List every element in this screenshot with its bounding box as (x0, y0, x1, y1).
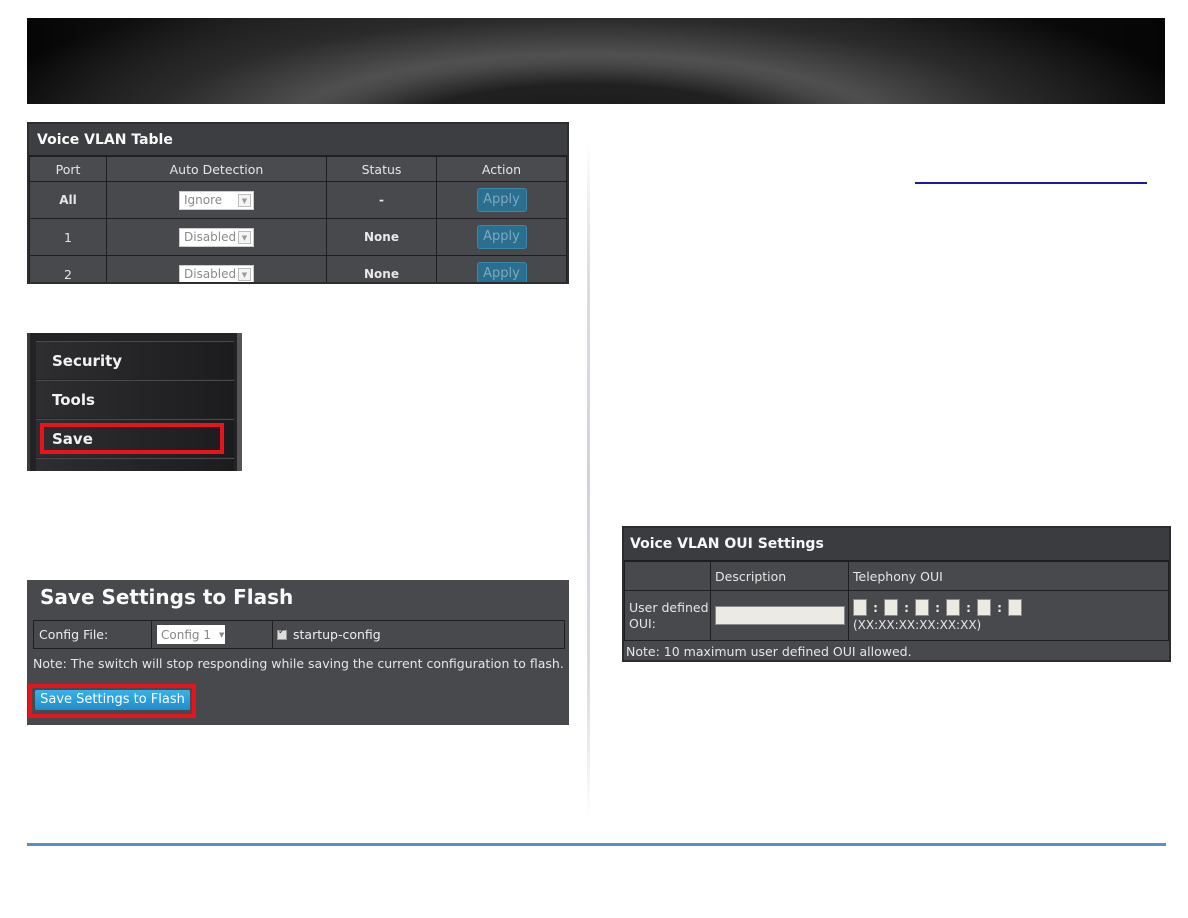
user-defined-oui-label: User defined OUI: (624, 590, 711, 641)
oui-octet-1-input[interactable] (853, 599, 867, 616)
footer-divider (27, 843, 1166, 846)
voice-vlan-table-panel: Voice VLAN Table Port Auto Detection Sta… (27, 122, 569, 284)
config-file-row: Config File: Config 1 ▼ startup-config (33, 620, 565, 649)
column-header-action: Action (436, 156, 567, 182)
startup-config-cell: startup-config (273, 621, 564, 648)
apply-button[interactable]: Apply (476, 225, 527, 249)
config-file-select[interactable]: Config 1 ▼ (157, 625, 225, 644)
voice-vlan-table: Port Auto Detection Status Action All Ig… (29, 156, 567, 282)
startup-config-checkbox[interactable] (277, 627, 287, 640)
config-file-label: Config File: (34, 621, 152, 648)
menu-item-partial (36, 458, 234, 471)
column-header-status: Status (326, 156, 437, 182)
column-header-auto-detection: Auto Detection (106, 156, 327, 182)
port-cell: All (29, 181, 107, 219)
port-cell: 2 (29, 255, 107, 282)
table-row: 2 Disabled ▼ None Apply (29, 255, 567, 282)
header-banner (27, 18, 1165, 104)
description-input[interactable] (715, 606, 845, 625)
auto-detection-cell: Ignore ▼ (106, 181, 327, 219)
oui-octet-5-input[interactable] (977, 599, 991, 616)
oui-separator: : (997, 600, 1002, 615)
auto-detection-select[interactable]: Ignore ▼ (179, 190, 254, 210)
oui-note: Note: 10 maximum user defined OUI allowe… (626, 644, 912, 659)
table-row: All Ignore ▼ - Apply (29, 181, 567, 219)
menu-item-security[interactable]: Security (36, 341, 234, 379)
menu-item-tools[interactable]: Tools (36, 380, 234, 418)
auto-detection-cell: Disabled ▼ (106, 218, 327, 256)
table-row: 1 Disabled ▼ None Apply (29, 218, 567, 256)
status-cell: None (326, 255, 437, 282)
oui-settings-title: Voice VLAN OUI Settings (624, 528, 1169, 561)
save-button-highlight (28, 684, 196, 718)
column-header-telephony-oui: Telephony OUI (848, 561, 1169, 591)
dropdown-arrow-icon: ▼ (238, 230, 251, 244)
column-header-description: Description (710, 561, 849, 591)
telephony-oui-cell: : : : : : (XX:XX:XX:XX:XX:XX) (848, 590, 1169, 641)
action-cell: Apply (436, 218, 567, 256)
oui-separator: : (935, 600, 940, 615)
config-file-value: Config 1 (161, 627, 211, 642)
save-settings-title: Save Settings to Flash (40, 585, 294, 609)
save-settings-note: Note: The switch will stop responding wh… (33, 656, 564, 671)
oui-settings-table: Description Telephony OUI User defined O… (624, 561, 1169, 641)
auto-detection-value: Disabled (184, 267, 237, 281)
action-cell: Apply (436, 181, 567, 219)
apply-button[interactable]: Apply (476, 262, 527, 282)
oui-separator: : (873, 600, 878, 615)
auto-detection-value: Disabled (184, 230, 237, 244)
auto-detection-cell: Disabled ▼ (106, 255, 327, 282)
startup-config-label: startup-config (293, 627, 381, 642)
table-header-row: Port Auto Detection Status Action (29, 156, 567, 182)
oui-settings-panel: Voice VLAN OUI Settings Description Tele… (622, 526, 1171, 662)
oui-octet-6-input[interactable] (1008, 599, 1022, 616)
column-header-empty (624, 561, 711, 591)
column-divider (587, 140, 590, 820)
config-file-cell: Config 1 ▼ (152, 621, 273, 648)
apply-button[interactable]: Apply (476, 188, 527, 212)
dropdown-arrow-icon: ▼ (218, 630, 225, 639)
save-menu-highlight (40, 423, 224, 454)
oui-separator: : (904, 600, 909, 615)
oui-octet-3-input[interactable] (915, 599, 929, 616)
status-cell: None (326, 218, 437, 256)
port-cell: 1 (29, 218, 107, 256)
voice-vlan-table-title: Voice VLAN Table (29, 124, 567, 156)
oui-format-hint: (XX:XX:XX:XX:XX:XX) (853, 618, 982, 632)
auto-detection-value: Ignore (184, 193, 223, 207)
dropdown-arrow-icon: ▼ (238, 193, 251, 207)
column-header-port: Port (29, 156, 107, 182)
oui-octet-4-input[interactable] (946, 599, 960, 616)
auto-detection-select[interactable]: Disabled ▼ (179, 227, 254, 247)
oui-header-row: Description Telephony OUI (624, 561, 1169, 591)
description-cell (710, 590, 849, 641)
oui-octet-inputs: : : : : : (853, 599, 1168, 616)
oui-row: User defined OUI: : : : : : (XX:XX:XX:XX… (624, 590, 1169, 641)
oui-separator: : (966, 600, 971, 615)
dropdown-arrow-icon: ▼ (238, 267, 251, 281)
status-cell: - (326, 181, 437, 219)
oui-octet-2-input[interactable] (884, 599, 898, 616)
hyperlink-underline[interactable] (915, 182, 1147, 184)
action-cell: Apply (436, 255, 567, 282)
auto-detection-select[interactable]: Disabled ▼ (179, 264, 254, 282)
